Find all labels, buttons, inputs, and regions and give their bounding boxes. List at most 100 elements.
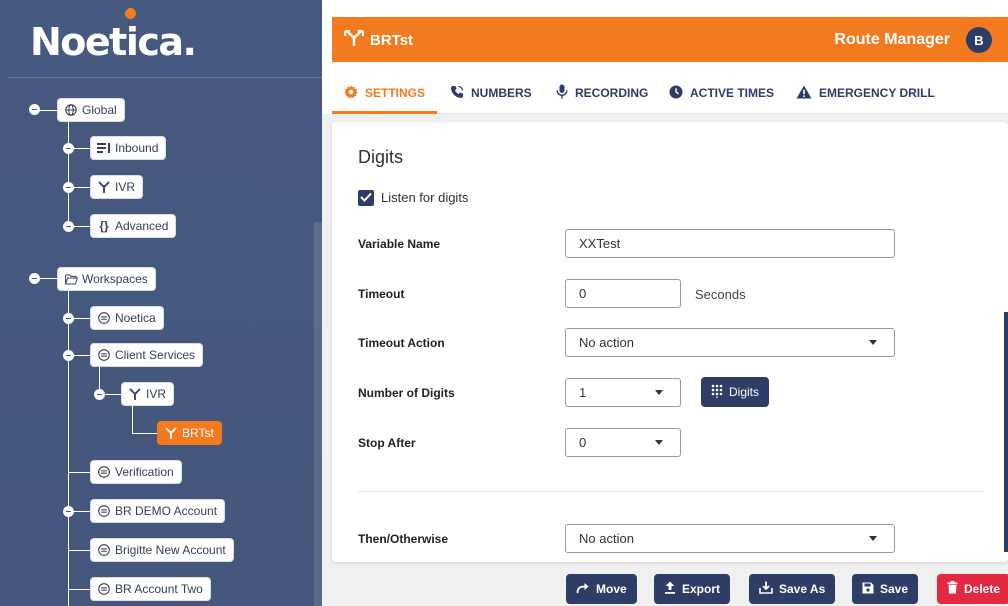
export-button[interactable]: Export bbox=[654, 574, 731, 604]
number-of-digits-select[interactable]: 1 bbox=[565, 378, 681, 407]
tab-label: NUMBERS bbox=[471, 86, 532, 100]
variable-name-input[interactable]: XXTest bbox=[565, 229, 895, 258]
tree-node-verification[interactable]: Verification bbox=[90, 460, 182, 484]
tab-label: RECORDING bbox=[575, 86, 649, 100]
tree-node-cs-ivr[interactable]: IVR bbox=[121, 382, 175, 406]
workspace-icon bbox=[97, 543, 111, 557]
stop-after-label: Stop After bbox=[358, 436, 416, 450]
tab-settings[interactable]: SETTINGS bbox=[344, 72, 425, 114]
tree-node-label: Verification bbox=[115, 465, 174, 479]
tree-node-label: Noetica bbox=[115, 311, 156, 325]
globe-icon bbox=[64, 103, 78, 117]
then-otherwise-label: Then/Otherwise bbox=[358, 532, 449, 546]
save-button[interactable]: Save bbox=[852, 574, 919, 604]
tree-node-global[interactable]: Global bbox=[57, 98, 125, 122]
listen-for-digits-checkbox[interactable] bbox=[358, 190, 374, 206]
logo-dot bbox=[125, 8, 136, 19]
workspace-icon bbox=[97, 504, 111, 518]
collapse-toggle-client-services[interactable] bbox=[63, 350, 74, 361]
user-avatar[interactable]: B bbox=[966, 27, 992, 53]
collapse-toggle-noetica[interactable] bbox=[63, 313, 74, 324]
stop-after-select[interactable]: 0 bbox=[565, 428, 681, 457]
tree-node-client-services[interactable]: Client Services bbox=[90, 343, 204, 367]
tree-node-label: Advanced bbox=[115, 219, 169, 233]
workspace-icon bbox=[97, 311, 111, 325]
collapse-toggle-advanced[interactable] bbox=[63, 221, 74, 232]
sidebar-scrollbar[interactable] bbox=[314, 222, 322, 606]
redo-arrow-icon bbox=[576, 582, 590, 597]
delete-button-label: Delete bbox=[964, 582, 1001, 596]
move-button[interactable]: Move bbox=[566, 574, 637, 604]
split-icon bbox=[343, 29, 365, 50]
save-as-button[interactable]: Save As bbox=[749, 574, 836, 604]
route-title-text: BRTst bbox=[370, 31, 414, 49]
timeout-action-select[interactable]: No action bbox=[565, 328, 895, 357]
tab-label: EMERGENCY DRILL bbox=[819, 86, 935, 100]
tree-connector bbox=[68, 472, 90, 473]
tree-node-br-demo-account[interactable]: BR DEMO Account bbox=[90, 499, 226, 523]
phone-icon bbox=[450, 85, 464, 102]
tree-node-brigitte-new-account[interactable]: Brigitte New Account bbox=[90, 538, 234, 562]
active-tab-indicator bbox=[332, 111, 437, 114]
route-manager-app: Noetica. Global Inbound IVR {} Advanced … bbox=[0, 0, 1008, 606]
timeout-action-label: Timeout Action bbox=[358, 336, 445, 350]
tree-connector bbox=[68, 120, 69, 226]
tree-node-label: IVR bbox=[146, 387, 167, 401]
noetica-logo: Noetica. bbox=[30, 20, 197, 64]
digits-button[interactable]: Digits bbox=[701, 377, 770, 407]
tree-node-label: Brigitte New Account bbox=[115, 543, 226, 557]
then-otherwise-select[interactable]: No action bbox=[565, 524, 895, 553]
number-of-digits-label: Number of Digits bbox=[358, 386, 455, 400]
tab-label: SETTINGS bbox=[365, 86, 426, 100]
tree-connector bbox=[39, 278, 57, 279]
tree-node-label: Inbound bbox=[115, 141, 159, 155]
tree-node-brtst[interactable]: BRTst bbox=[157, 421, 222, 445]
folder-open-icon bbox=[64, 272, 78, 286]
save-as-button-label: Save As bbox=[779, 582, 826, 596]
tree-connector bbox=[68, 550, 90, 551]
sidebar: Noetica. Global Inbound IVR {} Advanced … bbox=[0, 0, 322, 606]
tree-node-noetica[interactable]: Noetica bbox=[90, 306, 164, 330]
braces-icon: {} bbox=[99, 219, 109, 233]
workspace-icon bbox=[97, 348, 111, 362]
tree-node-advanced[interactable]: {} Advanced bbox=[90, 214, 177, 238]
collapse-toggle-inbound[interactable] bbox=[63, 143, 74, 154]
tab-recording[interactable]: RECORDING bbox=[556, 72, 648, 114]
clock-icon bbox=[669, 85, 683, 102]
workspace-icon bbox=[97, 465, 111, 479]
tree-node-label: BR DEMO Account bbox=[115, 504, 218, 518]
route-title: BRTst bbox=[343, 29, 414, 50]
tab-active-times[interactable]: ACTIVE TIMES bbox=[669, 72, 774, 114]
workspace-icon bbox=[97, 582, 111, 596]
collapse-toggle-cs-ivr[interactable] bbox=[94, 389, 105, 400]
listen-for-digits-label: Listen for digits bbox=[381, 190, 469, 205]
collapse-toggle-br-demo[interactable] bbox=[63, 506, 74, 517]
tree-node-inbound[interactable]: Inbound bbox=[90, 136, 167, 160]
tab-numbers[interactable]: NUMBERS bbox=[450, 72, 532, 114]
tree-connector bbox=[132, 433, 157, 434]
delete-button[interactable]: Delete bbox=[937, 574, 1008, 604]
timeout-input[interactable]: 0 bbox=[565, 279, 681, 308]
tree-node-workspaces[interactable]: Workspaces bbox=[57, 267, 156, 291]
tree-connector bbox=[68, 589, 90, 590]
queue-icon bbox=[97, 141, 111, 155]
sidebar-divider bbox=[8, 77, 322, 78]
tree-node-label: BR Account Two bbox=[115, 582, 203, 596]
section-divider bbox=[358, 491, 984, 492]
collapse-toggle-ivr[interactable] bbox=[63, 182, 74, 193]
tab-label: ACTIVE TIMES bbox=[690, 86, 775, 100]
timeout-unit: Seconds bbox=[695, 287, 746, 302]
collapse-toggle-global[interactable] bbox=[29, 104, 40, 115]
route-header: BRTst Route Manager B bbox=[332, 17, 1008, 62]
tree-connector bbox=[39, 110, 57, 111]
card-scrollbar[interactable] bbox=[1004, 312, 1008, 552]
microphone-icon bbox=[556, 84, 568, 102]
tree-node-ivr[interactable]: IVR bbox=[90, 175, 144, 199]
collapse-toggle-workspaces[interactable] bbox=[29, 273, 40, 284]
save-button-label: Save bbox=[880, 582, 909, 596]
tree-node-br-account-two[interactable]: BR Account Two bbox=[90, 577, 211, 601]
tab-emergency-drill[interactable]: EMERGENCY DRILL bbox=[796, 72, 935, 114]
variable-name-label: Variable Name bbox=[358, 237, 441, 251]
tree-node-label: Global bbox=[82, 103, 117, 117]
warning-icon bbox=[796, 85, 812, 102]
